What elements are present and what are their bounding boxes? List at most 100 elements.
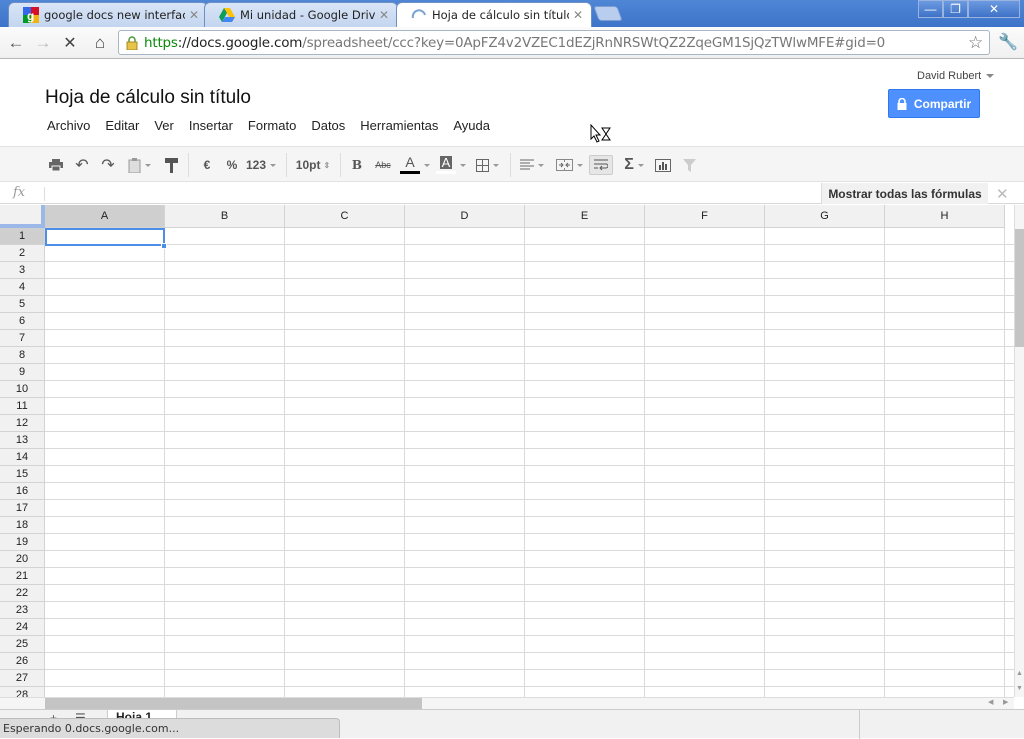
selected-cell[interactable] (45, 228, 165, 246)
tab-close-icon[interactable]: ✕ (379, 8, 389, 22)
column-header[interactable]: A (45, 205, 165, 228)
font-size-select[interactable]: 10pt ⇕ (294, 155, 332, 175)
column-header[interactable]: C (285, 205, 405, 228)
text-color-dropdown[interactable]: A (398, 155, 432, 175)
vertical-scroll-thumb[interactable] (1015, 229, 1024, 347)
row-header[interactable]: 19 (0, 534, 45, 551)
menu-ayuda[interactable]: Ayuda (453, 118, 490, 133)
column-header[interactable]: H (885, 205, 1005, 228)
paste-format-dropdown[interactable] (124, 155, 154, 175)
row-header[interactable]: 6 (0, 313, 45, 330)
borders-dropdown[interactable] (472, 155, 502, 175)
column-header[interactable]: B (165, 205, 285, 228)
close-window-button[interactable]: ✕ (968, 0, 1020, 18)
column-header[interactable]: G (765, 205, 885, 228)
menu-editar[interactable]: Editar (105, 118, 139, 133)
select-all-corner[interactable] (0, 205, 45, 228)
user-account-menu[interactable]: David Rubert (917, 70, 995, 82)
vertical-scrollbar[interactable]: ▲ ▼ (1014, 205, 1024, 697)
horizontal-scroll-thumb[interactable] (45, 698, 422, 709)
row-header[interactable]: 8 (0, 347, 45, 364)
row-header[interactable]: 3 (0, 262, 45, 279)
insert-chart-icon[interactable] (653, 155, 673, 175)
wrench-menu-icon[interactable]: 🔧 (998, 32, 1018, 52)
row-header[interactable]: 14 (0, 449, 45, 466)
row-header[interactable]: 26 (0, 653, 45, 670)
row-header[interactable]: 21 (0, 568, 45, 585)
row-header[interactable]: 1 (0, 228, 45, 245)
bold-button[interactable]: B (350, 155, 364, 175)
row-header[interactable]: 24 (0, 619, 45, 636)
filter-icon[interactable] (680, 155, 698, 175)
tab-close-icon[interactable]: ✕ (573, 8, 583, 22)
menu-insertar[interactable]: Insertar (189, 118, 233, 133)
row-header[interactable]: 9 (0, 364, 45, 381)
menu-archivo[interactable]: Archivo (47, 118, 90, 133)
wrap-text-button[interactable] (589, 155, 613, 175)
document-title[interactable]: Hoja de cálculo sin título (45, 87, 251, 109)
back-arrow-icon[interactable]: ← (6, 33, 26, 53)
merge-cells-dropdown[interactable] (553, 155, 585, 175)
horizontal-scrollbar[interactable]: ◀ ▶ (45, 697, 1014, 709)
currency-format-button[interactable]: € (199, 155, 215, 175)
strikethrough-button[interactable]: Abc (373, 155, 393, 175)
align-dropdown[interactable] (517, 155, 547, 175)
row-header[interactable]: 16 (0, 483, 45, 500)
redo-icon[interactable]: ↷ (99, 155, 117, 175)
row-header[interactable]: 28 (0, 687, 45, 697)
row-header[interactable]: 18 (0, 517, 45, 534)
restore-button[interactable]: ❐ (943, 0, 968, 18)
row-header[interactable]: 22 (0, 585, 45, 602)
bookmark-star-icon[interactable]: ☆ (968, 33, 983, 53)
column-header[interactable]: D (405, 205, 525, 228)
scroll-down-arrow-icon[interactable]: ▼ (1016, 685, 1023, 692)
browser-tab[interactable]: g google docs new interface - Bu ✕ (8, 2, 208, 27)
row-header[interactable]: 5 (0, 296, 45, 313)
scroll-up-arrow-icon[interactable]: ▲ (1016, 670, 1023, 677)
scroll-left-arrow-icon[interactable]: ◀ (988, 698, 993, 706)
menu-datos[interactable]: Datos (311, 118, 345, 133)
row-header[interactable]: 20 (0, 551, 45, 568)
functions-dropdown[interactable]: Σ (619, 155, 649, 175)
paint-format-icon[interactable] (162, 155, 180, 175)
tab-close-icon[interactable]: ✕ (189, 8, 199, 22)
row-header[interactable]: 11 (0, 398, 45, 415)
row-header[interactable]: 10 (0, 381, 45, 398)
number-format-dropdown[interactable]: 123 (245, 155, 277, 175)
scroll-right-arrow-icon[interactable]: ▶ (1003, 698, 1008, 706)
row-header[interactable]: 23 (0, 602, 45, 619)
formula-input[interactable] (48, 184, 818, 203)
column-header[interactable]: F (645, 205, 765, 228)
menu-formato[interactable]: Formato (248, 118, 296, 133)
show-all-formulas-button[interactable]: Mostrar todas las fórmulas (821, 183, 988, 204)
share-button[interactable]: Compartir (888, 89, 980, 118)
undo-icon[interactable]: ↶ (73, 155, 91, 175)
row-header[interactable]: 27 (0, 670, 45, 687)
row-header[interactable]: 4 (0, 279, 45, 296)
row-header[interactable]: 2 (0, 245, 45, 262)
spreadsheet-grid[interactable]: A B C D E F G H 1 2 3 4 5 6 7 8 9 10 11 12 13 14 15 16 17 18 19 20 2… (0, 205, 1014, 697)
close-icon[interactable]: ✕ (996, 185, 1009, 203)
fill-handle[interactable] (161, 243, 167, 249)
fill-color-dropdown[interactable]: A (434, 155, 468, 175)
row-gridline (45, 261, 1014, 262)
home-icon[interactable]: ⌂ (90, 33, 110, 53)
row-header[interactable]: 15 (0, 466, 45, 483)
row-header[interactable]: 13 (0, 432, 45, 449)
row-header[interactable]: 12 (0, 415, 45, 432)
new-tab-button[interactable] (593, 6, 623, 21)
stop-loading-icon[interactable]: ✕ (60, 33, 80, 53)
percent-format-button[interactable]: % (224, 155, 240, 175)
column-header[interactable]: E (525, 205, 645, 228)
browser-tab[interactable]: Mi unidad - Google Drive ✕ (204, 2, 398, 27)
row-header[interactable]: 7 (0, 330, 45, 347)
minimize-button[interactable]: — (918, 0, 943, 18)
row-header[interactable]: 25 (0, 636, 45, 653)
browser-tab-active[interactable]: Hoja de cálculo sin título ✕ (396, 2, 592, 27)
forward-arrow-icon[interactable]: → (33, 33, 53, 53)
print-icon[interactable] (47, 155, 65, 175)
address-bar[interactable]: https://docs.google.com/spreadsheet/ccc?… (118, 30, 990, 55)
row-header[interactable]: 17 (0, 500, 45, 517)
menu-herramientas[interactable]: Herramientas (360, 118, 438, 133)
menu-ver[interactable]: Ver (154, 118, 174, 133)
